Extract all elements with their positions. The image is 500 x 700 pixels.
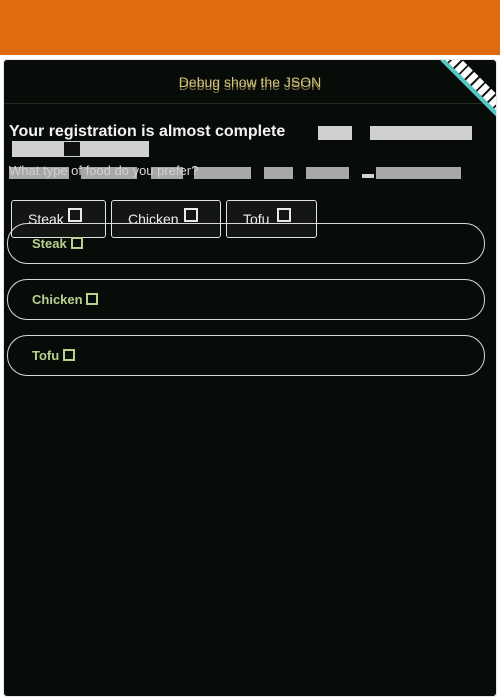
debug-label-shadow: Debug show the JSON <box>178 77 322 93</box>
food-option-steak[interactable]: Steak <box>7 223 485 264</box>
debug-show-json-button[interactable]: Debug show the JSON Debug show the JSON <box>4 74 496 93</box>
food-option-tofu[interactable]: Tofu <box>7 335 485 376</box>
render-artifact <box>151 167 183 179</box>
render-artifact <box>64 142 80 156</box>
checkbox-icon <box>68 208 82 222</box>
food-option-chicken[interactable]: Chicken <box>7 279 485 320</box>
render-artifact <box>9 167 69 179</box>
option-label: Tofu <box>32 348 60 363</box>
checkbox-icon[interactable] <box>86 293 98 305</box>
render-artifact <box>376 167 461 179</box>
render-artifact <box>306 167 349 179</box>
option-label: Chicken <box>32 292 83 307</box>
render-artifact <box>318 126 352 140</box>
render-artifact <box>370 126 472 140</box>
render-artifact <box>12 141 149 157</box>
checkbox-icon <box>277 208 291 222</box>
render-artifact <box>362 174 374 178</box>
checkbox-icon <box>184 208 198 222</box>
header-divider <box>4 103 496 104</box>
render-artifact <box>81 167 137 179</box>
checkbox-icon[interactable] <box>71 237 83 249</box>
page-title: Your registration is almost complete <box>9 123 286 140</box>
checkbox-icon[interactable] <box>63 349 75 361</box>
render-artifact <box>194 167 251 179</box>
render-artifact <box>264 167 293 179</box>
registration-panel: Debug show the JSON Debug show the JSON … <box>3 59 497 697</box>
option-label: Steak <box>32 236 67 251</box>
top-header-bar <box>0 0 500 55</box>
